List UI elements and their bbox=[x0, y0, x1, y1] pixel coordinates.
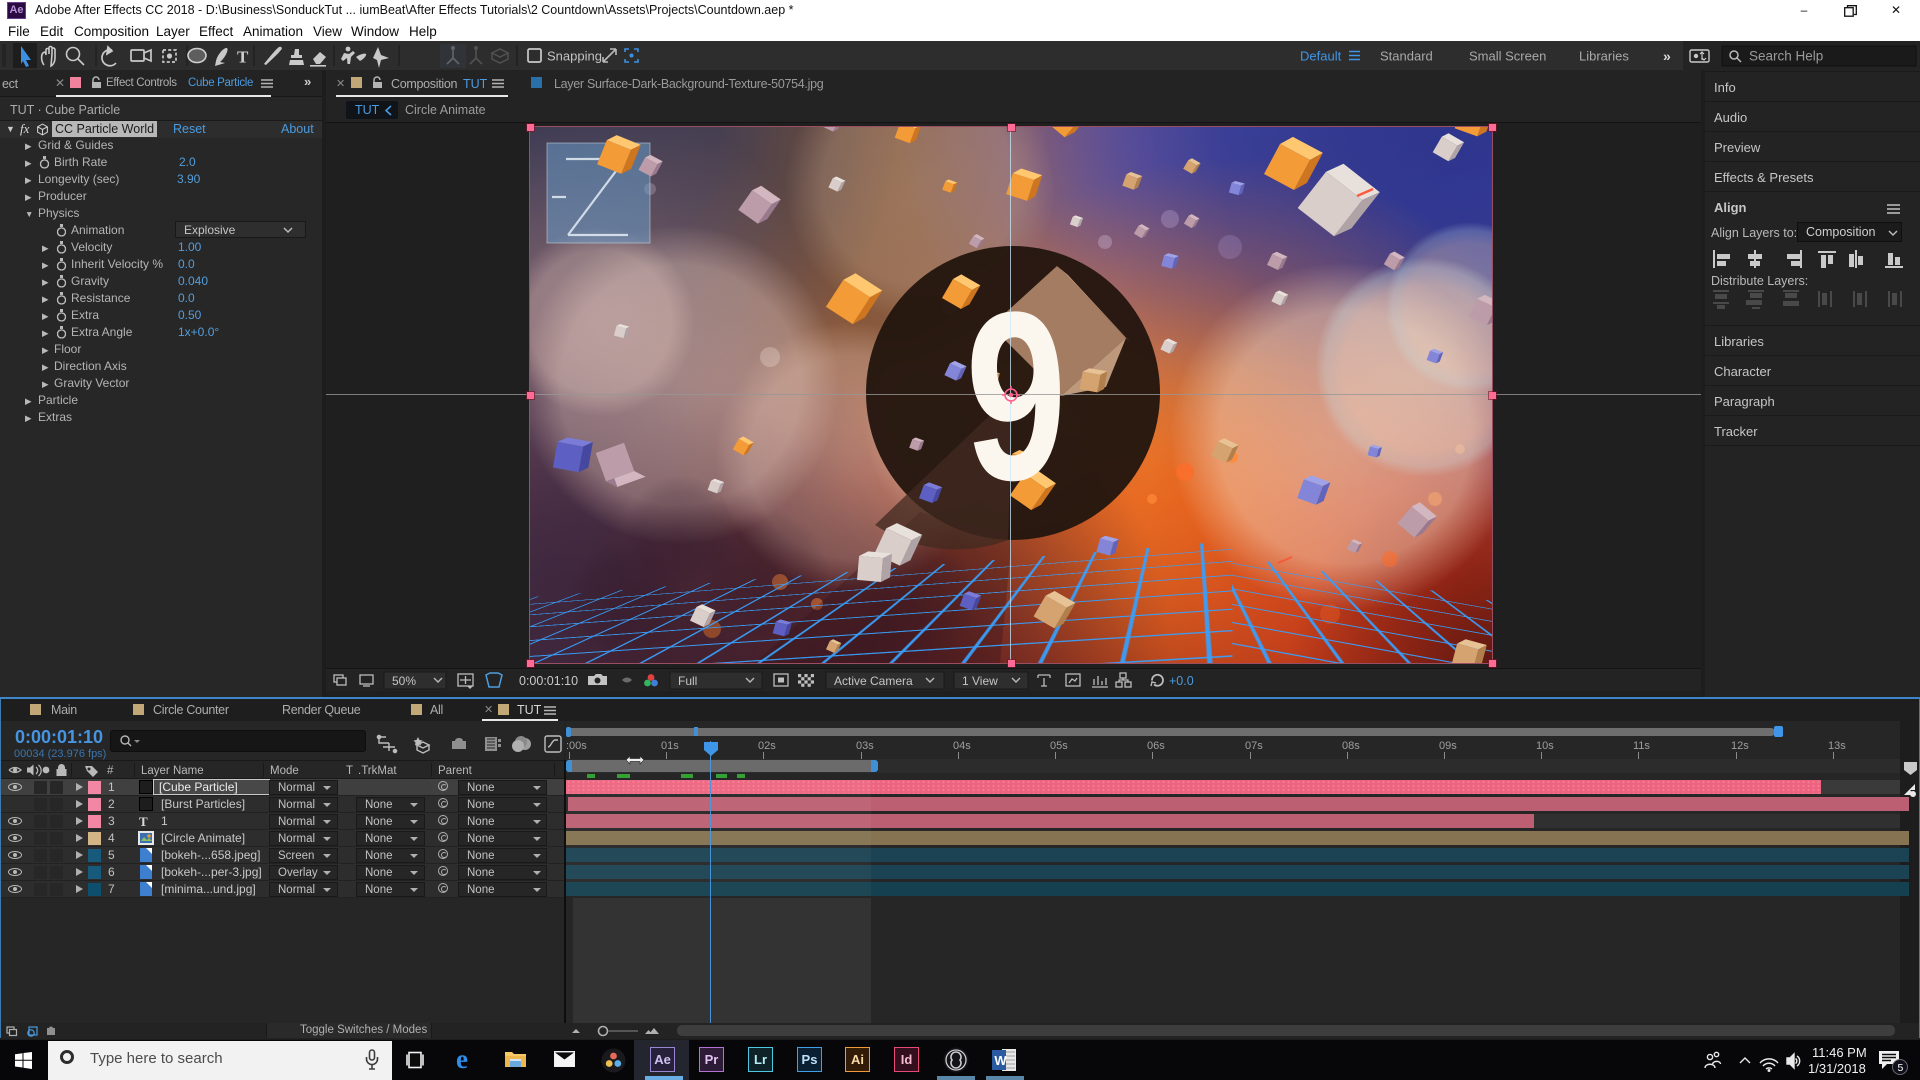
svg-text:Libraries: Libraries bbox=[1579, 49, 1629, 64]
svg-text:Active Camera: Active Camera bbox=[834, 674, 913, 688]
svg-text:02s: 02s bbox=[758, 740, 776, 752]
svg-text::00s: :00s bbox=[566, 740, 587, 752]
svg-text:W: W bbox=[994, 1053, 1007, 1068]
svg-text:50%: 50% bbox=[392, 674, 416, 688]
svg-text:T: T bbox=[346, 765, 353, 777]
svg-text:5: 5 bbox=[1898, 1062, 1904, 1074]
svg-text:Full: Full bbox=[678, 674, 697, 688]
svg-text:.TrkMat: .TrkMat bbox=[358, 765, 397, 777]
svg-text:Default: Default bbox=[1300, 49, 1342, 64]
svg-text:Parent: Parent bbox=[438, 765, 473, 777]
svg-text:10s: 10s bbox=[1536, 740, 1554, 752]
svg-text:Small Screen: Small Screen bbox=[1469, 49, 1546, 64]
svg-text:03s: 03s bbox=[856, 740, 874, 752]
svg-text:01s: 01s bbox=[661, 740, 679, 752]
svg-text:Snapping: Snapping bbox=[547, 49, 602, 64]
svg-text:09s: 09s bbox=[1439, 740, 1457, 752]
svg-text:»: » bbox=[1663, 48, 1671, 64]
svg-text:Standard: Standard bbox=[1380, 49, 1433, 64]
svg-text:Mode: Mode bbox=[270, 765, 299, 777]
svg-text:T: T bbox=[237, 48, 249, 67]
svg-text:08s: 08s bbox=[1342, 740, 1360, 752]
svg-text:+0.0: +0.0 bbox=[1169, 674, 1194, 688]
svg-text:13s: 13s bbox=[1828, 740, 1846, 752]
svg-text:11s: 11s bbox=[1633, 740, 1650, 752]
svg-text:04s: 04s bbox=[953, 740, 971, 752]
svg-text:1 View: 1 View bbox=[962, 674, 998, 688]
svg-text:#: # bbox=[107, 765, 114, 777]
svg-text:07s: 07s bbox=[1245, 740, 1263, 752]
svg-text:Search Help: Search Help bbox=[1749, 49, 1823, 64]
svg-text:Layer Name: Layer Name bbox=[141, 765, 204, 777]
svg-text:05s: 05s bbox=[1050, 740, 1068, 752]
svg-text:06s: 06s bbox=[1147, 740, 1165, 752]
svg-text:0:00:01:10: 0:00:01:10 bbox=[519, 674, 578, 688]
svg-text:12s: 12s bbox=[1731, 740, 1749, 752]
